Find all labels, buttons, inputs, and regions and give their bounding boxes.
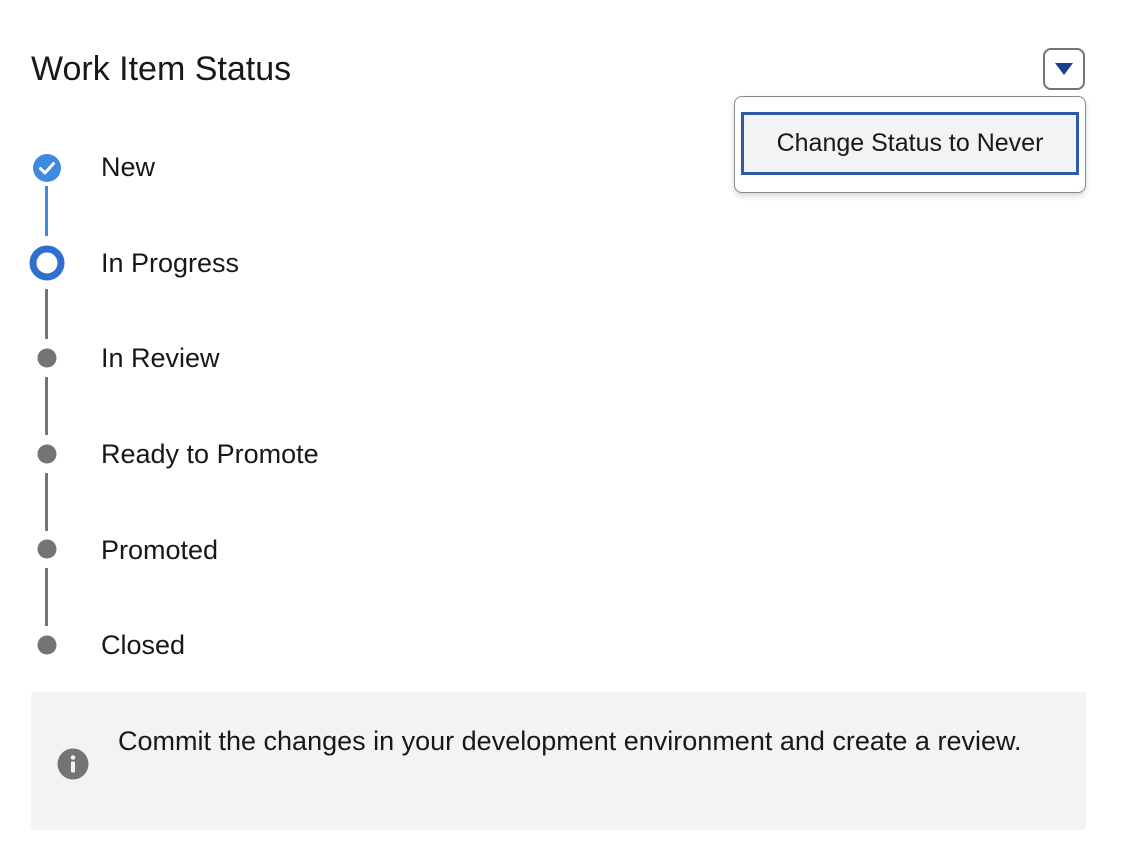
guidance-message: Commit the changes in your development e… (118, 726, 1022, 756)
path-step-label: Closed (101, 630, 186, 660)
actions-menu-button[interactable] (1043, 48, 1085, 90)
check-icon (33, 154, 61, 182)
menu-item-change-status[interactable]: Change Status to Never (741, 112, 1079, 175)
dot-icon (37, 348, 57, 368)
path-connector (45, 289, 48, 339)
path-step-label: New (101, 152, 156, 182)
path-connector (45, 377, 48, 435)
chevron-down-icon (1055, 63, 1073, 75)
status-path: New In Progress In Review Ready to Promo… (0, 0, 700, 690)
ring-icon (29, 245, 65, 281)
dot-icon (37, 635, 57, 655)
path-step-label: Promoted (101, 535, 219, 565)
dot-icon (37, 444, 57, 464)
info-icon (57, 748, 89, 780)
work-item-status-card: Work Item Status Change Status to Never … (0, 0, 1134, 856)
dot-icon (37, 539, 57, 559)
path-connector-complete (45, 186, 48, 236)
path-step-label: Ready to Promote (101, 439, 319, 469)
path-step-label: In Review (101, 343, 220, 373)
path-step-label: In Progress (101, 248, 240, 278)
path-connector (45, 473, 48, 531)
path-connector (45, 568, 48, 626)
actions-dropdown-menu: Change Status to Never (734, 96, 1086, 193)
